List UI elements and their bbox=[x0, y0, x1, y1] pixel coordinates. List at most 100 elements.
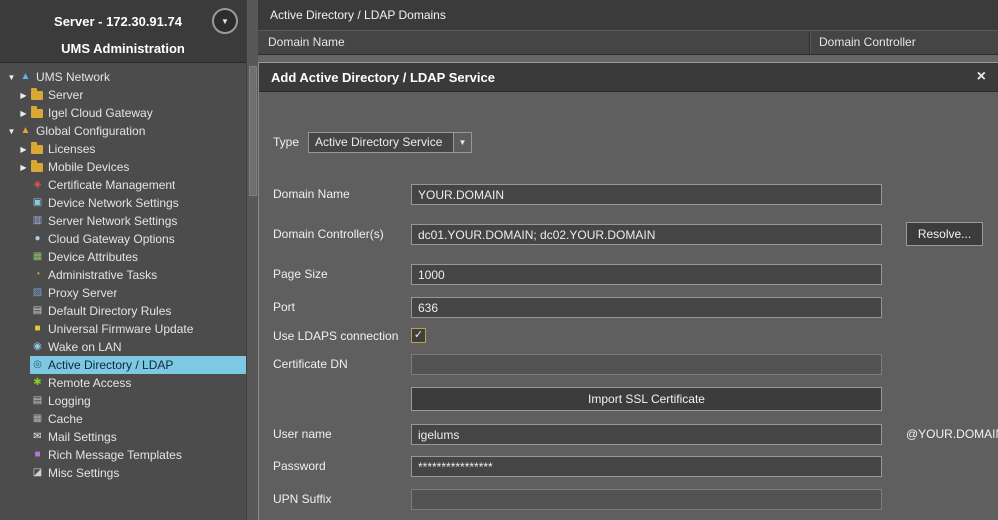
port-label: Port bbox=[273, 297, 295, 318]
domain-name-input[interactable] bbox=[411, 184, 882, 205]
password-label: Password bbox=[273, 456, 326, 477]
misc-icon: ◪ bbox=[30, 464, 45, 482]
navigation-tree: ▼ ▲ UMS Network ▶ Server ▶ Igel Cloud Ga… bbox=[0, 63, 246, 482]
sidebar-item-label: UMS Network bbox=[36, 70, 110, 84]
certificate-dn-label: Certificate DN bbox=[273, 354, 348, 375]
column-header-domain-name[interactable]: Domain Name bbox=[258, 31, 810, 54]
sidebar-item-label: Default Directory Rules bbox=[48, 304, 171, 318]
ldaps-connection-label: Use LDAPS connection bbox=[273, 326, 398, 347]
chevron-down-icon: ▼ bbox=[221, 17, 229, 26]
sidebar-item-server[interactable]: ▶ Server bbox=[0, 86, 246, 104]
sidebar: Server - 172.30.91.74 ▼ UMS Administrati… bbox=[0, 0, 246, 520]
sidebar-item-certificate-management[interactable]: ◈ Certificate Management bbox=[0, 176, 246, 194]
tree-scrollbar[interactable] bbox=[246, 0, 258, 520]
check-icon: ✓ bbox=[414, 330, 423, 341]
tree-expander-icon[interactable]: ▶ bbox=[17, 91, 30, 100]
sidebar-item-licenses[interactable]: ▶ Licenses bbox=[0, 140, 246, 158]
device-attributes-icon: ▦ bbox=[30, 248, 45, 266]
dialog-titlebar: Add Active Directory / LDAP Service × bbox=[259, 63, 998, 92]
sidebar-item-remote-access[interactable]: ✱ Remote Access bbox=[0, 374, 246, 392]
domain-name-label: Domain Name bbox=[273, 184, 350, 205]
page-size-label: Page Size bbox=[273, 264, 328, 285]
tree-scrollbar-thumb[interactable] bbox=[249, 66, 257, 196]
sidebar-item-label: Igel Cloud Gateway bbox=[48, 106, 153, 120]
sidebar-item-mail-settings[interactable]: ✉ Mail Settings bbox=[0, 428, 246, 446]
sidebar-item-universal-firmware-update[interactable]: ■ Universal Firmware Update bbox=[0, 320, 246, 338]
sidebar-item-label: Global Configuration bbox=[36, 124, 145, 138]
sidebar-item-server-network-settings[interactable]: ▥ Server Network Settings bbox=[0, 212, 246, 230]
sidebar-item-label: Mobile Devices bbox=[48, 160, 129, 174]
column-header-domain-controller[interactable]: Domain Controller bbox=[810, 31, 998, 54]
type-select-value: Active Directory Service bbox=[309, 133, 453, 152]
add-ldap-service-dialog: Add Active Directory / LDAP Service × Ty… bbox=[258, 62, 998, 520]
domain-controllers-label: Domain Controller(s) bbox=[273, 224, 384, 245]
sidebar-item-label: Mail Settings bbox=[48, 430, 117, 444]
sidebar-item-active-directory-ldap[interactable]: ◎ Active Directory / LDAP bbox=[0, 356, 246, 374]
sidebar-item-label: Proxy Server bbox=[48, 286, 117, 300]
config-icon: ▲ bbox=[18, 122, 33, 140]
tree-expander-icon[interactable]: ▼ bbox=[5, 127, 18, 136]
resolve-button[interactable]: Resolve... bbox=[906, 222, 983, 246]
ad-ldap-icon: ◎ bbox=[30, 356, 45, 374]
cache-icon: ▦ bbox=[30, 410, 45, 428]
page-size-input[interactable] bbox=[411, 264, 882, 285]
wake-on-lan-icon: ◉ bbox=[30, 338, 45, 356]
mail-icon: ✉ bbox=[30, 428, 45, 446]
sidebar-item-device-attributes[interactable]: ▦ Device Attributes bbox=[0, 248, 246, 266]
sidebar-item-label: Active Directory / LDAP bbox=[48, 358, 173, 372]
remote-access-icon: ✱ bbox=[30, 374, 45, 392]
type-label: Type bbox=[273, 132, 299, 153]
sidebar-item-label: Server bbox=[48, 88, 83, 102]
sidebar-item-label: Cache bbox=[48, 412, 83, 426]
sidebar-item-global-configuration[interactable]: ▼ ▲ Global Configuration bbox=[0, 122, 246, 140]
logging-icon: ▤ bbox=[30, 392, 45, 410]
sidebar-item-administrative-tasks[interactable]: ◔ Administrative Tasks bbox=[0, 266, 246, 284]
domain-controllers-input[interactable] bbox=[411, 224, 882, 245]
sidebar-item-label: Device Network Settings bbox=[48, 196, 179, 210]
user-name-domain-suffix: @YOUR.DOMAIN bbox=[906, 424, 998, 445]
sidebar-item-label: Wake on LAN bbox=[48, 340, 122, 354]
folder-icon bbox=[31, 91, 43, 100]
sidebar-item-cache[interactable]: ▦ Cache bbox=[0, 410, 246, 428]
import-ssl-certificate-button[interactable]: Import SSL Certificate bbox=[411, 387, 882, 411]
tree-expander-icon[interactable]: ▶ bbox=[17, 109, 30, 118]
certificate-dn-input[interactable] bbox=[411, 354, 882, 375]
tree-expander-icon[interactable]: ▶ bbox=[17, 163, 30, 172]
sidebar-item-ums-network[interactable]: ▼ ▲ UMS Network bbox=[0, 68, 246, 86]
upn-suffix-input[interactable] bbox=[411, 489, 882, 510]
sidebar-item-mobile-devices[interactable]: ▶ Mobile Devices bbox=[0, 158, 246, 176]
sidebar-item-label: Cloud Gateway Options bbox=[48, 232, 175, 246]
main-content: Active Directory / LDAP Domains Domain N… bbox=[258, 0, 998, 520]
tree-expander-icon[interactable]: ▶ bbox=[17, 145, 30, 154]
proxy-icon: ▨ bbox=[30, 284, 45, 302]
sidebar-item-label: Device Attributes bbox=[48, 250, 138, 264]
password-input[interactable] bbox=[411, 456, 882, 477]
user-name-input[interactable] bbox=[411, 424, 882, 445]
sidebar-item-cloud-gateway-options[interactable]: ● Cloud Gateway Options bbox=[0, 230, 246, 248]
admin-title: UMS Administration bbox=[0, 41, 246, 56]
sidebar-item-default-directory-rules[interactable]: ▤ Default Directory Rules bbox=[0, 302, 246, 320]
tree-expander-icon[interactable]: ▼ bbox=[5, 73, 18, 82]
sidebar-item-rich-message-templates[interactable]: ■ Rich Message Templates bbox=[0, 446, 246, 464]
sidebar-item-logging[interactable]: ▤ Logging bbox=[0, 392, 246, 410]
certificate-icon: ◈ bbox=[30, 176, 45, 194]
sidebar-item-wake-on-lan[interactable]: ◉ Wake on LAN bbox=[0, 338, 246, 356]
sidebar-item-misc-settings[interactable]: ◪ Misc Settings bbox=[0, 464, 246, 482]
sidebar-item-device-network-settings[interactable]: ▣ Device Network Settings bbox=[0, 194, 246, 212]
close-icon[interactable]: × bbox=[977, 69, 986, 85]
sidebar-item-label: Server Network Settings bbox=[48, 214, 177, 228]
sidebar-item-label: Licenses bbox=[48, 142, 95, 156]
sidebar-header: Server - 172.30.91.74 ▼ UMS Administrati… bbox=[0, 0, 246, 63]
folder-icon bbox=[31, 109, 43, 118]
ldaps-connection-checkbox[interactable]: ✓ bbox=[411, 328, 426, 343]
sidebar-item-label: Remote Access bbox=[48, 376, 131, 390]
dialog-title: Add Active Directory / LDAP Service bbox=[271, 70, 977, 85]
admin-tasks-icon: ◔ bbox=[30, 266, 45, 284]
sidebar-item-proxy-server[interactable]: ▨ Proxy Server bbox=[0, 284, 246, 302]
chevron-down-icon[interactable]: ▼ bbox=[453, 133, 471, 152]
server-selector-dropdown[interactable]: ▼ bbox=[212, 8, 238, 34]
breadcrumb: Active Directory / LDAP Domains bbox=[258, 0, 998, 30]
type-select[interactable]: Active Directory Service ▼ bbox=[308, 132, 472, 153]
sidebar-item-igel-cloud-gateway[interactable]: ▶ Igel Cloud Gateway bbox=[0, 104, 246, 122]
port-input[interactable] bbox=[411, 297, 882, 318]
